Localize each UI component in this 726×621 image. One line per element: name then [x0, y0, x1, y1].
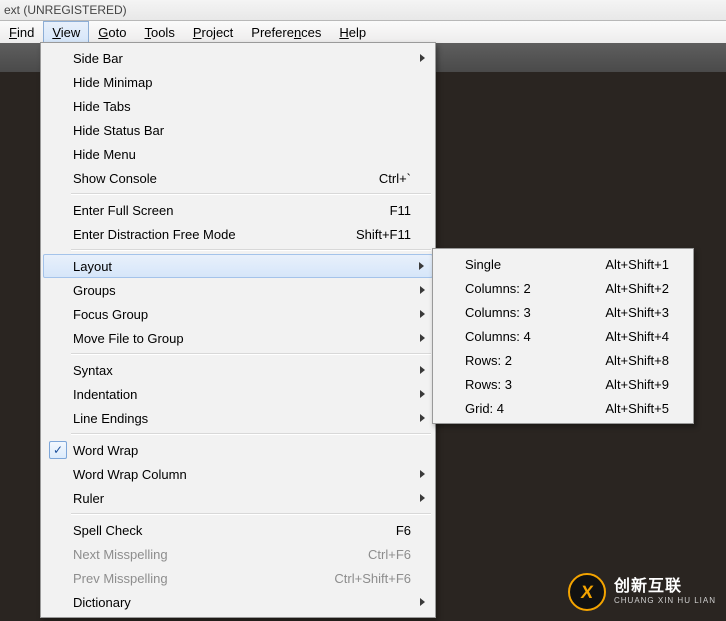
- item-ruler[interactable]: Ruler: [43, 486, 433, 510]
- view-dropdown: Side Bar Hide Minimap Hide Tabs Hide Sta…: [40, 42, 436, 618]
- item-hide-minimap[interactable]: Hide Minimap: [43, 70, 433, 94]
- item-groups[interactable]: Groups: [43, 278, 433, 302]
- item-hide-status-bar[interactable]: Hide Status Bar: [43, 118, 433, 142]
- chevron-right-icon: [419, 262, 424, 270]
- menu-preferences[interactable]: Preferences: [242, 21, 330, 43]
- item-spell-check[interactable]: Spell CheckF6: [43, 518, 433, 542]
- item-word-wrap-column[interactable]: Word Wrap Column: [43, 462, 433, 486]
- chevron-right-icon: [420, 494, 425, 502]
- item-side-bar[interactable]: Side Bar: [43, 46, 433, 70]
- separator: [71, 433, 431, 435]
- logo-text-pinyin: CHUANG XIN HU LIAN: [614, 597, 716, 605]
- chevron-right-icon: [420, 366, 425, 374]
- item-focus-group[interactable]: Focus Group: [43, 302, 433, 326]
- layout-single[interactable]: SingleAlt+Shift+1: [435, 252, 691, 276]
- layout-columns-4[interactable]: Columns: 4Alt+Shift+4: [435, 324, 691, 348]
- layout-columns-2[interactable]: Columns: 2Alt+Shift+2: [435, 276, 691, 300]
- separator: [71, 513, 431, 515]
- menu-tools[interactable]: Tools: [135, 21, 183, 43]
- chevron-right-icon: [420, 414, 425, 422]
- chevron-right-icon: [420, 310, 425, 318]
- menu-bar: Find View Goto Tools Project Preferences…: [0, 21, 726, 44]
- item-hide-menu[interactable]: Hide Menu: [43, 142, 433, 166]
- separator: [71, 353, 431, 355]
- chevron-right-icon: [420, 470, 425, 478]
- menu-goto[interactable]: Goto: [89, 21, 135, 43]
- item-line-endings[interactable]: Line Endings: [43, 406, 433, 430]
- chevron-right-icon: [420, 54, 425, 62]
- check-icon: ✓: [49, 441, 67, 459]
- chevron-right-icon: [420, 390, 425, 398]
- menu-find[interactable]: Find: [0, 21, 43, 43]
- layout-columns-3[interactable]: Columns: 3Alt+Shift+3: [435, 300, 691, 324]
- layout-rows-2[interactable]: Rows: 2Alt+Shift+8: [435, 348, 691, 372]
- item-hide-tabs[interactable]: Hide Tabs: [43, 94, 433, 118]
- menu-help[interactable]: Help: [330, 21, 375, 43]
- logo-icon: X: [568, 573, 606, 611]
- item-enter-distraction-free[interactable]: Enter Distraction Free ModeShift+F11: [43, 222, 433, 246]
- layout-submenu: SingleAlt+Shift+1 Columns: 2Alt+Shift+2 …: [432, 248, 694, 424]
- chevron-right-icon: [420, 598, 425, 606]
- layout-grid-4[interactable]: Grid: 4Alt+Shift+5: [435, 396, 691, 420]
- item-next-misspelling: Next MisspellingCtrl+F6: [43, 542, 433, 566]
- layout-rows-3[interactable]: Rows: 3Alt+Shift+9: [435, 372, 691, 396]
- item-word-wrap[interactable]: ✓Word Wrap: [43, 438, 433, 462]
- separator: [71, 193, 431, 195]
- chevron-right-icon: [420, 334, 425, 342]
- logo-text-cn: 创新互联: [614, 579, 716, 595]
- menu-project[interactable]: Project: [184, 21, 242, 43]
- item-layout[interactable]: Layout: [43, 254, 433, 278]
- item-indentation[interactable]: Indentation: [43, 382, 433, 406]
- watermark-logo: X 创新互联 CHUANG XIN HU LIAN: [568, 573, 716, 611]
- item-move-file-to-group[interactable]: Move File to Group: [43, 326, 433, 350]
- item-enter-full-screen[interactable]: Enter Full ScreenF11: [43, 198, 433, 222]
- item-syntax[interactable]: Syntax: [43, 358, 433, 382]
- separator: [71, 249, 431, 251]
- menu-view[interactable]: View: [43, 21, 89, 43]
- window-title: ext (UNREGISTERED): [0, 0, 726, 21]
- item-prev-misspelling: Prev MisspellingCtrl+Shift+F6: [43, 566, 433, 590]
- chevron-right-icon: [420, 286, 425, 294]
- item-dictionary[interactable]: Dictionary: [43, 590, 433, 614]
- item-show-console[interactable]: Show ConsoleCtrl+`: [43, 166, 433, 190]
